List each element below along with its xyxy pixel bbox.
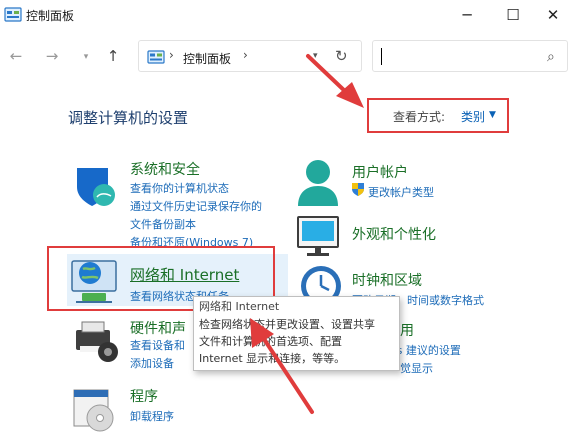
search-icon[interactable]: ⌕	[547, 49, 555, 65]
link-file-history-cont[interactable]: 文件备份副本	[130, 216, 196, 232]
tooltip-body: 检查网络状态并更改设置、设置共享 文件和计算机的首选项、配置 Internet …	[199, 316, 399, 367]
link-view-computer-status[interactable]: 查看你的计算机状态	[130, 180, 229, 196]
address-bar[interactable]: › 控制面板 › ▾ ↻	[138, 40, 362, 72]
close-button[interactable]: ✕	[530, 0, 576, 30]
category-system-security[interactable]: 系统和安全	[130, 159, 200, 179]
category-appearance[interactable]: 外观和个性化	[352, 224, 436, 244]
network-tooltip: 网络和 Internet 检查网络状态并更改设置、设置共享 文件和计算机的首选项…	[193, 296, 400, 371]
breadcrumb-separator[interactable]: ›	[169, 48, 174, 62]
uac-shield-icon	[352, 183, 364, 196]
chevron-down-icon[interactable]: ▼	[489, 110, 496, 120]
arrow-to-view-mode-head	[336, 82, 364, 108]
link-uninstall-program[interactable]: 卸载程序	[130, 408, 174, 424]
refresh-icon[interactable]: ↻	[335, 47, 348, 65]
control-panel-icon	[4, 7, 22, 22]
text-caret	[381, 48, 382, 65]
category-clock-region[interactable]: 时钟和区域	[352, 270, 422, 290]
up-button[interactable]: ↑	[103, 46, 123, 66]
minimize-button[interactable]: ─	[444, 0, 490, 30]
link-view-devices[interactable]: 查看设备和	[130, 337, 185, 353]
forward-button[interactable]: →	[42, 46, 62, 66]
category-user-accounts[interactable]: 用户帐户	[352, 162, 408, 182]
category-hardware-sound[interactable]: 硬件和声	[130, 318, 186, 338]
category-ease-of-access[interactable]: 用	[400, 320, 414, 340]
title-bar: 控制面板 ─ ☐ ✕	[0, 0, 576, 30]
search-input[interactable]: ⌕	[372, 40, 568, 72]
page-title: 调整计算机的设置	[68, 109, 189, 127]
control-panel-icon	[147, 50, 165, 64]
shield-icon[interactable]	[72, 163, 118, 209]
chevron-down-icon[interactable]: ▾	[313, 51, 318, 61]
link-change-account-type[interactable]: 更改帐户类型	[368, 184, 434, 200]
window-title: 控制面板	[26, 9, 75, 23]
tooltip-line: 文件和计算机的首选项、配置	[199, 335, 342, 348]
back-button[interactable]: ←	[6, 46, 26, 66]
monitor-icon[interactable]	[295, 215, 343, 259]
view-mode-label: 查看方式:	[393, 110, 446, 124]
link-add-device[interactable]: 添加设备	[130, 355, 174, 371]
view-mode-dropdown[interactable]: 类别	[461, 108, 485, 125]
printer-icon[interactable]	[72, 318, 120, 364]
tooltip-title: 网络和 Internet	[199, 300, 280, 313]
breadcrumb-separator[interactable]: ›	[243, 48, 248, 62]
category-programs[interactable]: 程序	[130, 386, 158, 406]
tooltip-line: Internet 显示和连接，等等。	[199, 352, 346, 365]
tooltip-line: 检查网络状态并更改设置、设置共享	[199, 318, 375, 331]
link-optimize-display[interactable]: 觉显示	[400, 360, 433, 376]
disc-icon[interactable]	[72, 388, 118, 432]
user-icon[interactable]	[295, 158, 341, 208]
breadcrumb-control-panel[interactable]: 控制面板	[183, 50, 231, 67]
link-file-history[interactable]: 通过文件历史记录保存你的	[130, 198, 262, 214]
recent-locations-button[interactable]: ▾	[76, 47, 96, 67]
